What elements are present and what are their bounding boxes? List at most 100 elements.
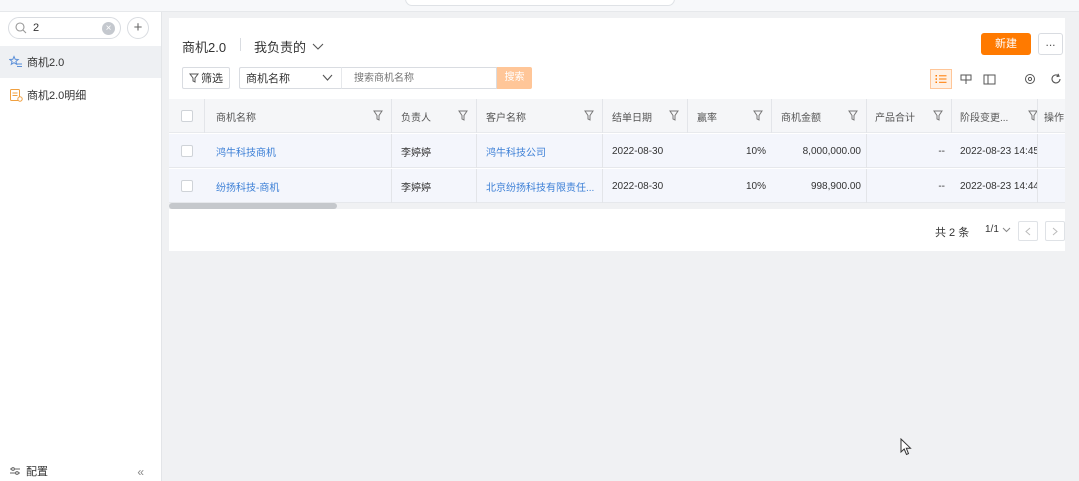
owner-cell: 李婷婷 [401,147,431,159]
search-input[interactable] [341,67,497,89]
column-divider [476,169,477,203]
page-title: 商机2.0 [182,40,227,55]
column-divider [866,169,867,203]
select-all-checkbox[interactable] [181,110,193,122]
sidebar-item-opportunity-detail[interactable]: 商机2.0明细 [0,79,161,111]
column-divider [866,99,867,133]
column-divider [951,99,952,133]
column-divider [602,99,603,133]
chevron-right-icon [1052,227,1058,235]
chevron-down-icon [312,43,324,50]
column-divider [602,169,603,203]
filter-icon[interactable] [933,110,943,121]
opportunity-name-link[interactable]: 鸿牛科技商机 [216,134,386,168]
filter-icon[interactable] [373,110,383,121]
next-page-button[interactable] [1045,221,1065,241]
search-button[interactable]: 搜索 [497,67,532,89]
product-total-cell: -- [938,180,945,192]
column-header-close-date[interactable]: 结单日期 [612,99,662,133]
table-row[interactable]: 鸿牛科技商机 李婷婷 鸿牛科技公司 2022-08-30 10% 8,000,0… [169,134,1065,168]
column-divider [476,99,477,133]
stage-change-cell: 2022-08-23 14:45 [960,145,1037,157]
filter-icon[interactable] [753,110,763,121]
document-list-icon [10,89,23,102]
column-divider [771,99,772,133]
column-divider [1037,99,1038,133]
filter-label: 筛选 [201,73,223,85]
main-panel: 商机2.0 我负责的 新建 ... 筛选 商机名称 搜索 商机名称 搜索 商机名… [169,18,1065,251]
kanban-icon [960,74,972,84]
prev-page-button[interactable] [1018,221,1038,241]
product-total-cell: -- [938,145,945,157]
more-button[interactable]: ... [1038,33,1063,55]
refresh-icon [1051,73,1061,84]
owner-cell: 李婷婷 [401,182,431,194]
customer-link[interactable]: 鸿牛科技公司 [486,134,598,168]
refresh-button[interactable] [1045,69,1067,89]
kanban-view-button[interactable] [955,69,977,89]
table-header: 商机名称 负责人 客户名称 结单日期 赢率 商机金额 产品合计 阶段变更... [169,99,1065,133]
split-panel-icon [983,74,995,84]
split-view-button[interactable] [978,69,1000,89]
sidebar-item-label: 商机2.0 [27,57,65,69]
horizontal-scrollbar-thumb[interactable] [169,203,337,209]
column-header-name[interactable]: 商机名称 [216,99,356,133]
search-icon [15,22,27,37]
filter-icon[interactable] [848,110,858,121]
mouse-cursor-icon [900,438,912,456]
row-checkbox[interactable] [181,180,193,192]
top-bar [0,0,1079,12]
customer-link[interactable]: 北京纷扬科技有限责任... [486,169,598,203]
row-checkbox[interactable] [181,145,193,157]
star-list-icon [9,55,22,67]
column-header-product-total[interactable]: 产品合计 [875,99,930,133]
amount-cell: 8,000,000.00 [802,145,861,157]
column-divider [391,169,392,203]
chevron-down-icon [322,74,333,81]
close-date-cell: 2022-08-30 [612,180,664,192]
column-divider [866,134,867,168]
top-search-pill[interactable] [405,0,675,6]
chevron-left-icon [1025,227,1031,235]
add-button[interactable]: + [127,17,149,39]
column-header-amount[interactable]: 商机金额 [781,99,841,133]
sliders-icon [10,467,20,475]
clear-icon[interactable]: × [102,22,115,35]
column-divider [602,134,603,168]
filter-icon[interactable] [584,110,594,121]
search-field-select[interactable]: 商机名称 [239,67,341,89]
title-divider [240,38,241,51]
page-selector[interactable]: 1/1 [985,224,1011,235]
table-row[interactable]: 纷扬科技-商机 李婷婷 北京纷扬科技有限责任... 2022-08-30 10%… [169,169,1065,203]
amount-cell: 998,900.00 [810,180,861,192]
column-header-stage-change[interactable]: 阶段变更... [960,99,1018,133]
win-rate-cell: 10% [745,180,766,192]
column-divider [687,99,688,133]
opportunity-name-link[interactable]: 纷扬科技-商机 [216,169,386,203]
chevron-down-icon [1002,227,1011,232]
list-view-button[interactable] [930,69,952,89]
gear-icon [1025,74,1035,84]
list-icon [935,75,947,83]
sidebar-item-label: 商机2.0明细 [27,90,87,102]
filter-button[interactable]: 筛选 [182,67,230,89]
page-indicator: 1/1 [985,224,999,235]
settings-button[interactable] [1019,69,1041,89]
new-button[interactable]: 新建 [981,33,1031,55]
column-divider [1037,134,1038,168]
search-value: 2 [33,22,40,34]
column-divider [204,99,205,133]
filter-icon[interactable] [669,110,679,121]
view-selector[interactable]: 我负责的 [254,37,324,56]
column-header-actions: 操作 [1044,112,1064,124]
column-header-win-rate[interactable]: 赢率 [697,99,737,133]
column-header-owner[interactable]: 负责人 [401,99,451,133]
config-button[interactable]: 配置 [9,463,48,479]
filter-icon[interactable] [458,110,468,121]
pagination-total: 共 2 条 [935,227,970,239]
column-header-customer[interactable]: 客户名称 [486,99,576,133]
sidebar-search-input[interactable]: 2 × [8,17,121,39]
column-divider [391,134,392,168]
sidebar-item-opportunity[interactable]: 商机2.0 [0,46,161,78]
collapse-icon[interactable]: « [137,465,144,479]
